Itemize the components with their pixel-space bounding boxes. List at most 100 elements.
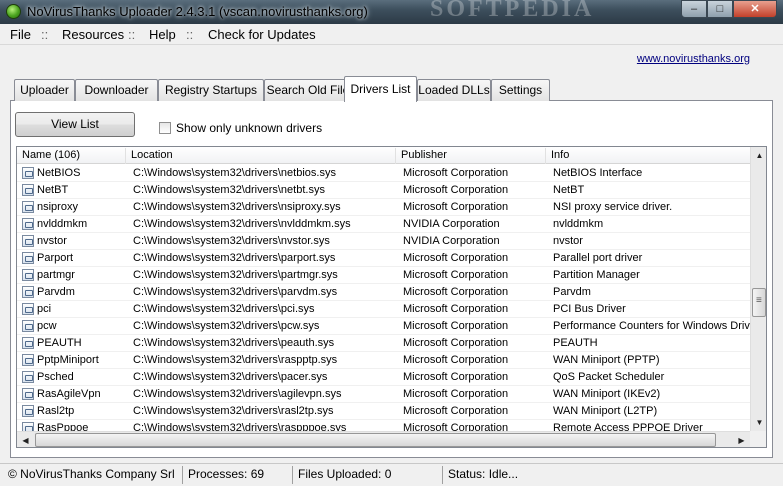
table-row[interactable]: Rasl2tp C:\Windows\system32\drivers\rasl2… [17, 403, 750, 420]
cell-publisher: Microsoft Corporation [403, 269, 509, 281]
cell-location: C:\Windows\system32\drivers\netbios.sys [133, 167, 336, 179]
cell-publisher: Microsoft Corporation [403, 320, 509, 332]
table-row[interactable]: NetBT C:\Windows\system32\drivers\netbt.s… [17, 182, 750, 199]
cell-info: PEAUTH [553, 337, 598, 349]
table-row[interactable]: RasAgileVpn C:\Windows\system32\drivers\a… [17, 386, 750, 403]
cell-name: Parport [37, 252, 74, 264]
cell-location: C:\Windows\system32\drivers\raspptp.sys [133, 354, 338, 366]
cell-info: QoS Packet Scheduler [553, 371, 665, 383]
maximize-button[interactable]: □ [707, 0, 733, 18]
column-header-info[interactable]: Info [546, 148, 750, 164]
cell-name: pci [37, 303, 52, 315]
table-row[interactable]: pcw C:\Windows\system32\drivers\pcw.sys Mi… [17, 318, 750, 335]
unknown-drivers-checkbox[interactable] [159, 122, 171, 134]
table-row[interactable]: nsiproxy C:\Windows\system32\drivers\nsip… [17, 199, 750, 216]
scroll-down-arrow-icon[interactable]: ▼ [751, 414, 766, 431]
cell-info: Partition Manager [553, 269, 640, 281]
cell-info: NetBIOS Interface [553, 167, 643, 179]
table-row[interactable]: pci C:\Windows\system32\drivers\pci.sys Mi… [17, 301, 750, 318]
cell-name: Parvdm [37, 286, 75, 298]
cell-location: C:\Windows\system32\drivers\pcw.sys [133, 320, 320, 332]
view-list-button[interactable]: View List [15, 112, 135, 137]
cell-name: Psched [37, 371, 74, 383]
minimize-button[interactable]: – [681, 0, 707, 18]
table-row[interactable]: RasPppoe C:\Windows\system32\drivers\rasp… [17, 420, 750, 431]
scroll-left-arrow-icon[interactable]: ◀ [17, 432, 34, 447]
unknown-drivers-label[interactable]: Show only unknown drivers [176, 121, 322, 135]
driver-icon [22, 371, 34, 383]
menu-separator: :: [128, 27, 136, 42]
vertical-scroll-thumb[interactable] [752, 288, 766, 317]
driver-icon [22, 303, 34, 315]
menu-help[interactable]: Help [149, 27, 176, 42]
tab-drivers-list[interactable]: Drivers List [344, 76, 417, 102]
website-link[interactable]: www.novirusthanks.org [637, 53, 750, 65]
table-row[interactable]: NetBIOS C:\Windows\system32\drivers\netbi… [17, 165, 750, 182]
cell-info: NetBT [553, 184, 585, 196]
tab-uploader[interactable]: Uploader [14, 79, 75, 101]
cell-name: NetBIOS [37, 167, 81, 179]
table-header: Name (106) Location Publisher Info [17, 147, 750, 164]
table-row[interactable]: nvlddmkm C:\Windows\system32\drivers\nvld… [17, 216, 750, 233]
scrollbar-corner [750, 431, 766, 447]
cell-location: C:\Windows\system32\drivers\nvlddmkm.sys [133, 218, 351, 230]
menu-bar: File :: Resources :: Help :: Check for U… [0, 24, 783, 45]
cell-info: nvlddmkm [553, 218, 604, 230]
cell-publisher: Microsoft Corporation [403, 388, 509, 400]
table-body: NetBIOS C:\Windows\system32\drivers\netbi… [17, 165, 750, 431]
column-header-publisher[interactable]: Publisher [396, 148, 546, 164]
cell-location: C:\Windows\system32\drivers\pacer.sys [133, 371, 328, 383]
menu-file[interactable]: File [10, 27, 31, 42]
cell-name: PptpMiniport [37, 354, 99, 366]
tab-downloader[interactable]: Downloader [75, 79, 158, 101]
horizontal-scroll-thumb[interactable] [35, 433, 716, 447]
cell-publisher: NVIDIA Corporation [403, 235, 500, 247]
table-row[interactable]: Parport C:\Windows\system32\drivers\parpo… [17, 250, 750, 267]
driver-icon [22, 354, 34, 366]
cell-location: C:\Windows\system32\drivers\nsiproxy.sys [133, 201, 341, 213]
cell-name: nsiproxy [37, 201, 78, 213]
table-row[interactable]: Psched C:\Windows\system32\drivers\pacer.… [17, 369, 750, 386]
column-header-location[interactable]: Location [126, 148, 396, 164]
cell-name: PEAUTH [37, 337, 82, 349]
cell-name: RasPppoe [37, 422, 89, 431]
cell-name: Rasl2tp [37, 405, 75, 417]
cell-name: RasAgileVpn [37, 388, 101, 400]
tab-registry-startups[interactable]: Registry Startups [158, 79, 264, 101]
column-header-name[interactable]: Name (106) [17, 148, 126, 164]
tab-loaded-dlls[interactable]: Loaded DLLs [417, 79, 491, 101]
table-row[interactable]: PptpMiniport C:\Windows\system32\drivers\… [17, 352, 750, 369]
driver-icon [22, 252, 34, 264]
cell-name: nvlddmkm [37, 218, 88, 230]
cell-name: pcw [37, 320, 57, 332]
status-text: Status: Idle... [448, 467, 519, 481]
table-row[interactable]: PEAUTH C:\Windows\system32\drivers\peauth… [17, 335, 750, 352]
horizontal-scrollbar[interactable]: ◀ ▶ [17, 431, 750, 447]
cell-info: WAN Miniport (IKEv2) [553, 388, 661, 400]
cell-info: nvstor [553, 235, 583, 247]
table-row[interactable]: nvstor C:\Windows\system32\drivers\nvstor… [17, 233, 750, 250]
app-window: NoVirusThanks Uploader 2.4.3.1 (vscan.no… [0, 0, 783, 486]
close-button[interactable]: ✕ [733, 0, 777, 18]
cell-publisher: Microsoft Corporation [403, 422, 509, 431]
cell-publisher: Microsoft Corporation [403, 167, 509, 179]
cell-location: C:\Windows\system32\drivers\partmgr.sys [133, 269, 338, 281]
cell-publisher: Microsoft Corporation [403, 337, 509, 349]
cell-location: C:\Windows\system32\drivers\peauth.sys [133, 337, 335, 349]
table-row[interactable]: Parvdm C:\Windows\system32\drivers\parvdm… [17, 284, 750, 301]
tab-settings[interactable]: Settings [491, 79, 550, 101]
menu-resources[interactable]: Resources [62, 27, 124, 42]
drivers-table: Name (106) Location Publisher Info NetBI… [16, 146, 767, 448]
cell-name: partmgr [37, 269, 75, 281]
cell-location: C:\Windows\system32\drivers\rasl2tp.sys [133, 405, 334, 417]
cell-location: C:\Windows\system32\drivers\parvdm.sys [133, 286, 338, 298]
cell-publisher: Microsoft Corporation [403, 371, 509, 383]
menu-check-for-updates[interactable]: Check for Updates [208, 27, 316, 42]
scroll-right-arrow-icon[interactable]: ▶ [733, 432, 750, 447]
vertical-scrollbar[interactable]: ▲ ▼ [750, 147, 766, 431]
window-title: NoVirusThanks Uploader 2.4.3.1 (vscan.no… [27, 4, 368, 19]
scroll-up-arrow-icon[interactable]: ▲ [751, 147, 766, 164]
table-row[interactable]: partmgr C:\Windows\system32\drivers\partm… [17, 267, 750, 284]
title-bar[interactable]: NoVirusThanks Uploader 2.4.3.1 (vscan.no… [0, 0, 783, 24]
driver-icon [22, 286, 34, 298]
